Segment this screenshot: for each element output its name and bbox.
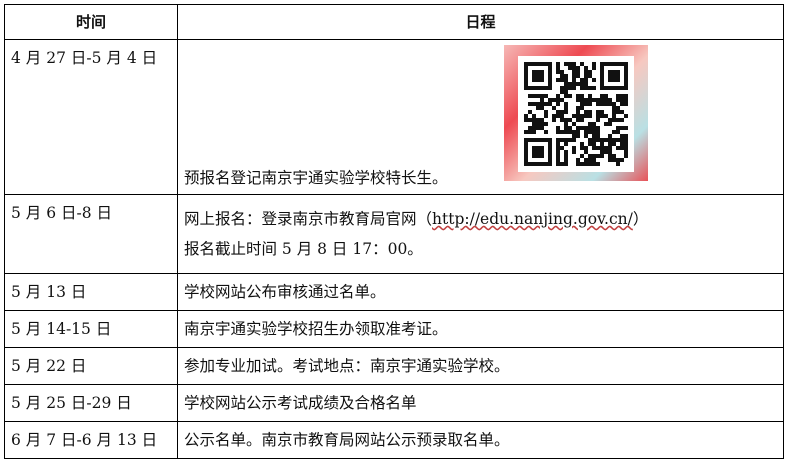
- event-cell: 南京宇通实验学校招生办领取准考证。: [177, 310, 784, 348]
- event-text: 预报名登记南京宇通实验学校特长生。: [184, 169, 448, 187]
- table-row: 5 月 25 日-29 日 学校网站公示考试成绩及合格名单: [4, 384, 784, 422]
- event-cell: 网上报名：登录南京市教育局官网（http://edu.nanjing.gov.c…: [177, 194, 784, 274]
- website-link[interactable]: http://edu.nanjing.gov.cn/: [432, 210, 633, 228]
- time-cell: 5 月 25 日-29 日: [4, 384, 178, 422]
- event-cell: 学校网站公示考试成绩及合格名单: [177, 384, 784, 422]
- event-text-suffix: ）: [632, 210, 649, 228]
- schedule-table: 时间 日程 4 月 27 日-5 月 4 日 预报名登记南京宇通实验学校特长生。…: [4, 4, 784, 459]
- table-row: 6 月 7 日-6 月 13 日 公示名单。南京市教育局网站公示预录取名单。: [4, 421, 784, 459]
- table-row: 5 月 14-15 日 南京宇通实验学校招生办领取准考证。: [4, 310, 784, 348]
- table-row: 5 月 22 日 参加专业加试。考试地点：南京宇通实验学校。: [4, 347, 784, 385]
- event-line: 网上报名：登录南京市教育局官网（http://edu.nanjing.gov.c…: [184, 204, 777, 234]
- table-row: 5 月 6 日-8 日 网上报名：登录南京市教育局官网（http://edu.n…: [4, 194, 784, 274]
- table-row: 5 月 13 日 学校网站公布审核通过名单。: [4, 273, 784, 311]
- event-cell: 参加专业加试。考试地点：南京宇通实验学校。: [177, 347, 784, 385]
- time-cell: 4 月 27 日-5 月 4 日: [4, 39, 178, 195]
- time-cell: 6 月 7 日-6 月 13 日: [4, 421, 178, 459]
- table-row: 4 月 27 日-5 月 4 日 预报名登记南京宇通实验学校特长生。: [4, 39, 784, 195]
- header-schedule: 日程: [177, 4, 784, 40]
- time-cell: 5 月 14-15 日: [4, 310, 178, 348]
- event-cell: 学校网站公布审核通过名单。: [177, 273, 784, 311]
- qr-code-icon: [518, 56, 634, 172]
- event-cell: 公示名单。南京市教育局网站公示预录取名单。: [177, 421, 784, 459]
- header-time: 时间: [4, 4, 178, 40]
- header-row: 时间 日程: [4, 4, 784, 40]
- event-text-prefix: 网上报名：登录南京市教育局官网（: [184, 210, 433, 228]
- time-cell: 5 月 22 日: [4, 347, 178, 385]
- event-cell: 预报名登记南京宇通实验学校特长生。: [177, 39, 784, 195]
- time-cell: 5 月 6 日-8 日: [4, 194, 178, 274]
- time-cell: 5 月 13 日: [4, 273, 178, 311]
- event-line-2: 报名截止时间 5 月 8 日 17：00。: [184, 240, 423, 258]
- qr-code-frame: [504, 45, 648, 181]
